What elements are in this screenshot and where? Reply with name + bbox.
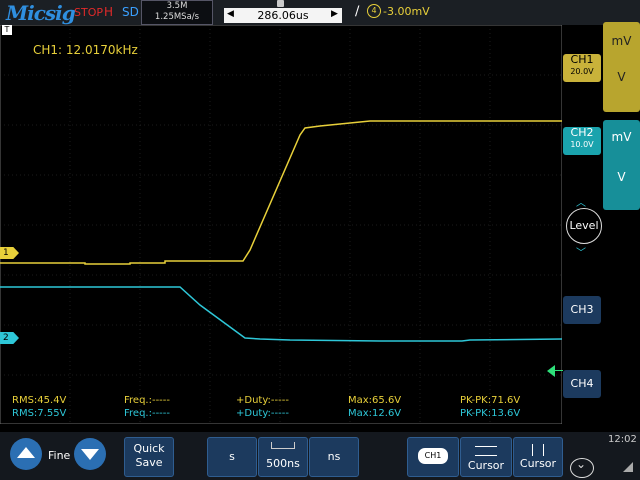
ch2-freq: Freq.:-----: [124, 408, 171, 419]
ch2-pkpk: PK-PK:13.6V: [460, 408, 521, 419]
ch3-button[interactable]: CH3: [563, 296, 601, 324]
memory-depth: 3.5M: [166, 1, 188, 11]
ch1-scale-panel[interactable]: mV V: [603, 22, 640, 112]
trigger-position-marker: T: [2, 25, 12, 35]
level-down-chevron-icon[interactable]: ﹀: [576, 244, 586, 259]
cursor-vertical-icon: [532, 444, 544, 456]
waveform-display[interactable]: T 1 2: [0, 24, 563, 425]
trigger-source-badge[interactable]: 4: [367, 4, 381, 18]
ruler-icon: [271, 442, 295, 449]
timebase-value: 500ns: [266, 457, 300, 470]
time-right-arrow-icon[interactable]: ▶: [331, 9, 338, 19]
waveform-grid-svg: [0, 24, 563, 425]
ch1-label: CH1: [570, 53, 594, 66]
quick-save-line2: Save: [135, 456, 163, 469]
timebase-s-label: s: [229, 450, 235, 463]
ch2-unit-mv[interactable]: mV: [603, 120, 640, 144]
ch1-rms: RMS:45.4V: [12, 395, 67, 406]
ch3-label: CH3: [570, 303, 594, 316]
time-position-value: 286.06us: [257, 9, 309, 22]
time-left-arrow-icon[interactable]: ◀: [227, 9, 234, 19]
timebase-ns-button[interactable]: ns: [309, 437, 359, 477]
channel-select-button[interactable]: CH1: [407, 437, 459, 477]
trigger-level-line: [555, 370, 563, 371]
top-status-bar: Micsig STOP H SD 3.5M 1.25MSa/s 286.06us…: [0, 0, 640, 25]
ch1-pkpk: PK-PK:71.6V: [460, 395, 521, 406]
chevron-down-icon: ⌄: [576, 457, 587, 471]
ch2-scale-panel[interactable]: mV V: [603, 120, 640, 210]
cursor-horizontal-icon: [475, 446, 497, 456]
timebase-ns-label: ns: [327, 450, 341, 463]
storage-mode: SD: [122, 5, 139, 19]
down-arrow-icon: [81, 449, 99, 460]
level-up-chevron-icon[interactable]: ︿: [576, 194, 586, 209]
up-arrow-icon: [17, 447, 35, 458]
memory-sample-rate-box[interactable]: 3.5M 1.25MSa/s: [141, 0, 213, 25]
fine-label: Fine: [48, 449, 71, 462]
quick-save-button[interactable]: Quick Save: [124, 437, 174, 477]
ch1-max: Max:65.6V: [348, 395, 402, 406]
timebase-value-display[interactable]: 500ns: [258, 437, 308, 477]
ch4-label: CH4: [570, 377, 594, 390]
time-position-box[interactable]: 286.06us: [224, 8, 342, 23]
trigger-level-value: -3.00mV: [383, 5, 430, 18]
ch2-button[interactable]: CH2 10.0V: [563, 127, 601, 155]
sample-rate: 1.25MSa/s: [154, 12, 200, 22]
fine-up-button[interactable]: [10, 438, 42, 470]
ch1-unit-v[interactable]: V: [603, 48, 640, 84]
ch2-scale: 10.0V: [570, 140, 594, 149]
ch2-label: CH2: [570, 126, 594, 139]
ch1-button[interactable]: CH1 20.0V: [563, 54, 601, 82]
brand-logo: Micsig: [6, 1, 76, 25]
ch2-rms: RMS:7.55V: [12, 408, 67, 419]
cursor-vertical-button[interactable]: Cursor: [513, 437, 563, 477]
ch1-duty: +Duty:-----: [236, 395, 289, 406]
acquisition-mode: H: [104, 5, 114, 19]
ch2-max: Max:12.6V: [348, 408, 402, 419]
fine-down-button[interactable]: [74, 438, 106, 470]
level-label: Level: [569, 219, 599, 232]
quick-save-line1: Quick: [133, 442, 165, 455]
ch1-unit-mv[interactable]: mV: [603, 22, 640, 48]
cursor-horizontal-button[interactable]: Cursor: [460, 437, 512, 477]
ch1-freq: Freq.:-----: [124, 395, 171, 406]
time-position-marker-icon: [277, 0, 284, 7]
trigger-level-arrow-icon[interactable]: [547, 365, 555, 377]
frequency-readout: CH1: 12.0170kHz: [33, 43, 138, 57]
cursor1-label: Cursor: [467, 459, 505, 472]
timebase-s-button[interactable]: s: [207, 437, 257, 477]
clock: 12:02: [608, 434, 637, 445]
ch1-mini-badge: CH1: [418, 448, 448, 464]
menu-chevron-button[interactable]: ⌄: [570, 457, 594, 478]
ch2-unit-v[interactable]: V: [603, 144, 640, 184]
ch2-duty: +Duty:-----: [236, 408, 289, 419]
run-state[interactable]: STOP: [74, 6, 103, 19]
trigger-slope-icon[interactable]: ∕: [355, 4, 359, 19]
ch4-button[interactable]: CH4: [563, 370, 601, 398]
ch1-scale: 20.0V: [570, 67, 594, 76]
cursor2-label: Cursor: [519, 457, 557, 470]
corner-triangle-icon: [623, 462, 633, 472]
level-knob[interactable]: Level: [566, 208, 602, 244]
